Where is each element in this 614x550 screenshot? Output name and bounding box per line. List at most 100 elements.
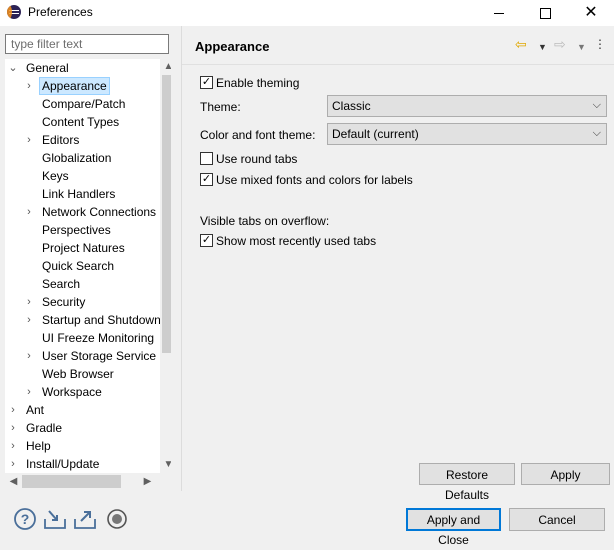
scroll-right-arrow-icon[interactable]: ▶ xyxy=(139,473,156,490)
tree-item-label: Link Handlers xyxy=(42,187,116,201)
chevron-down-icon[interactable]: ⌄ xyxy=(8,59,18,77)
tree-item[interactable]: Search xyxy=(5,275,160,293)
chevron-right-icon[interactable]: › xyxy=(24,347,34,365)
chevron-right-icon[interactable]: › xyxy=(24,77,34,95)
chevron-right-icon[interactable]: › xyxy=(24,293,34,311)
theme-select[interactable]: Classic ⌵ xyxy=(327,95,607,117)
tree-item-label: Startup and Shutdown xyxy=(42,313,161,327)
tree-item[interactable]: Link Handlers xyxy=(5,185,160,203)
tree-item[interactable]: › Install/Update xyxy=(5,455,160,473)
page-title: Appearance xyxy=(195,39,270,54)
tree-item[interactable]: Content Types xyxy=(5,113,160,131)
record-icon[interactable] xyxy=(105,507,129,531)
svg-text:?: ? xyxy=(21,511,30,527)
preference-page: Appearance ⇦ ▼ ⇨ ▼ ⋮ ✓ Enable theming Th… xyxy=(182,26,614,502)
apply-and-close-button[interactable]: Apply and Close xyxy=(406,508,501,547)
checkbox-box[interactable]: ✓ xyxy=(200,76,213,89)
tree-item[interactable]: Perspectives xyxy=(5,221,160,239)
page-header: Appearance ⇦ ▼ ⇨ ▼ ⋮ xyxy=(182,26,614,65)
tree-horizontal-scrollbar[interactable]: ◀ ▶ xyxy=(5,473,156,490)
checkbox-box[interactable] xyxy=(200,152,213,165)
scroll-up-arrow-icon[interactable]: ▲ xyxy=(160,59,171,75)
tree-item-label: Content Types xyxy=(42,115,120,129)
tree-item-label: Quick Search xyxy=(42,259,115,273)
preferences-sidebar: › Install/Update › Help › Gradle › Ant › Workspac… xyxy=(0,26,181,491)
help-icon[interactable]: ? xyxy=(13,507,37,531)
cancel-button[interactable]: Cancel xyxy=(509,508,605,531)
maximize-icon xyxy=(539,7,551,19)
checkbox-box[interactable]: ✓ xyxy=(200,234,213,247)
chevron-right-icon[interactable]: › xyxy=(24,203,34,221)
chevron-right-icon[interactable]: › xyxy=(24,311,34,329)
forward-dropdown-icon[interactable]: ▼ xyxy=(577,40,586,54)
color-font-theme-select[interactable]: Default (current) ⌵ xyxy=(327,123,607,145)
filter-input[interactable] xyxy=(5,34,169,54)
mixed-fonts-label: Use mixed fonts and colors for labels xyxy=(216,173,413,187)
chevron-right-icon[interactable]: › xyxy=(24,131,34,149)
title-bar: Preferences ✕ xyxy=(0,0,614,26)
maximize-button[interactable] xyxy=(522,0,568,26)
scroll-left-arrow-icon[interactable]: ◀ xyxy=(5,473,22,490)
tree-item[interactable]: › Ant xyxy=(5,401,160,419)
chevron-down-icon: ⌵ xyxy=(592,99,601,111)
tree-item[interactable]: › Startup and Shutdown xyxy=(5,311,161,329)
window-title: Preferences xyxy=(28,5,93,19)
tree-item[interactable]: › Appearance xyxy=(5,77,160,95)
scrollbar-thumb[interactable] xyxy=(162,75,171,353)
tree-item-label: Search xyxy=(42,277,81,291)
tree-item[interactable]: Globalization xyxy=(5,149,160,167)
checkbox-box[interactable]: ✓ xyxy=(200,173,213,186)
tree-item[interactable]: › User Storage Service xyxy=(5,347,160,365)
tree-item-label: Editors xyxy=(42,133,80,147)
tree-item-label: UI Freeze Monitoring xyxy=(42,331,155,345)
chevron-right-icon[interactable]: › xyxy=(24,383,34,401)
tree-item-label: Appearance xyxy=(39,77,110,95)
tree-item[interactable]: UI Freeze Monitoring xyxy=(5,329,160,347)
chevron-right-icon[interactable]: › xyxy=(8,401,18,419)
tree-item[interactable]: › Workspace xyxy=(5,383,160,401)
tree-item[interactable]: Project Natures xyxy=(5,239,160,257)
tree-item-label: Security xyxy=(42,295,86,309)
view-menu-icon[interactable]: ⋮ xyxy=(594,37,606,51)
scrollbar-thumb[interactable] xyxy=(22,475,121,488)
back-dropdown-icon[interactable]: ▼ xyxy=(538,40,547,54)
tree-item-label: Network Connections xyxy=(42,205,157,219)
forward-arrow-icon[interactable]: ⇨ xyxy=(554,37,566,51)
tree-item[interactable]: Web Browser xyxy=(5,365,160,383)
tree-item[interactable]: › Help xyxy=(5,437,160,455)
import-icon[interactable] xyxy=(43,507,67,531)
tree-item[interactable]: › Network Connections xyxy=(5,203,160,221)
recent-tabs-label: Show most recently used tabs xyxy=(216,234,377,248)
preference-tree[interactable]: › Install/Update › Help › Gradle › Ant › Workspac… xyxy=(5,59,171,473)
tree-item[interactable]: › Gradle xyxy=(5,419,160,437)
minimize-button[interactable] xyxy=(476,0,522,26)
tree-item[interactable]: Quick Search xyxy=(5,257,160,275)
tree-vertical-scrollbar[interactable]: ▲ ▼ xyxy=(160,59,171,473)
chevron-right-icon[interactable]: › xyxy=(8,455,18,473)
tree-item[interactable]: › Editors xyxy=(5,131,160,149)
scroll-down-arrow-icon[interactable]: ▼ xyxy=(160,457,171,473)
export-icon[interactable] xyxy=(73,507,97,531)
chevron-right-icon[interactable]: › xyxy=(8,419,18,437)
tree-item-label: General xyxy=(26,61,69,75)
tree-item[interactable]: Compare/Patch xyxy=(5,95,160,113)
restore-defaults-button[interactable]: Restore Defaults xyxy=(419,463,515,502)
close-icon: ✕ xyxy=(584,4,598,21)
tree-item[interactable]: ⌄ General xyxy=(5,59,160,77)
tree-item-label: Compare/Patch xyxy=(42,97,126,111)
back-arrow-icon[interactable]: ⇦ xyxy=(515,37,527,51)
tree-item-label: Gradle xyxy=(26,421,63,435)
tree-item-label: Keys xyxy=(42,169,69,183)
apply-button[interactable]: Apply xyxy=(521,463,610,485)
theme-label: Theme: xyxy=(200,100,241,114)
tree-item[interactable]: Keys xyxy=(5,167,160,185)
chevron-right-icon[interactable]: › xyxy=(8,437,18,455)
enable-theming-label: Enable theming xyxy=(216,76,300,90)
close-button[interactable]: ✕ xyxy=(568,0,614,26)
color-font-theme-value: Default (current) xyxy=(332,127,419,141)
tree-item[interactable]: › Security xyxy=(5,293,160,311)
round-tabs-label: Use round tabs xyxy=(216,152,298,166)
eclipse-logo-icon xyxy=(7,5,21,19)
tree-item-label: User Storage Service xyxy=(42,349,157,363)
theme-value: Classic xyxy=(332,99,371,113)
